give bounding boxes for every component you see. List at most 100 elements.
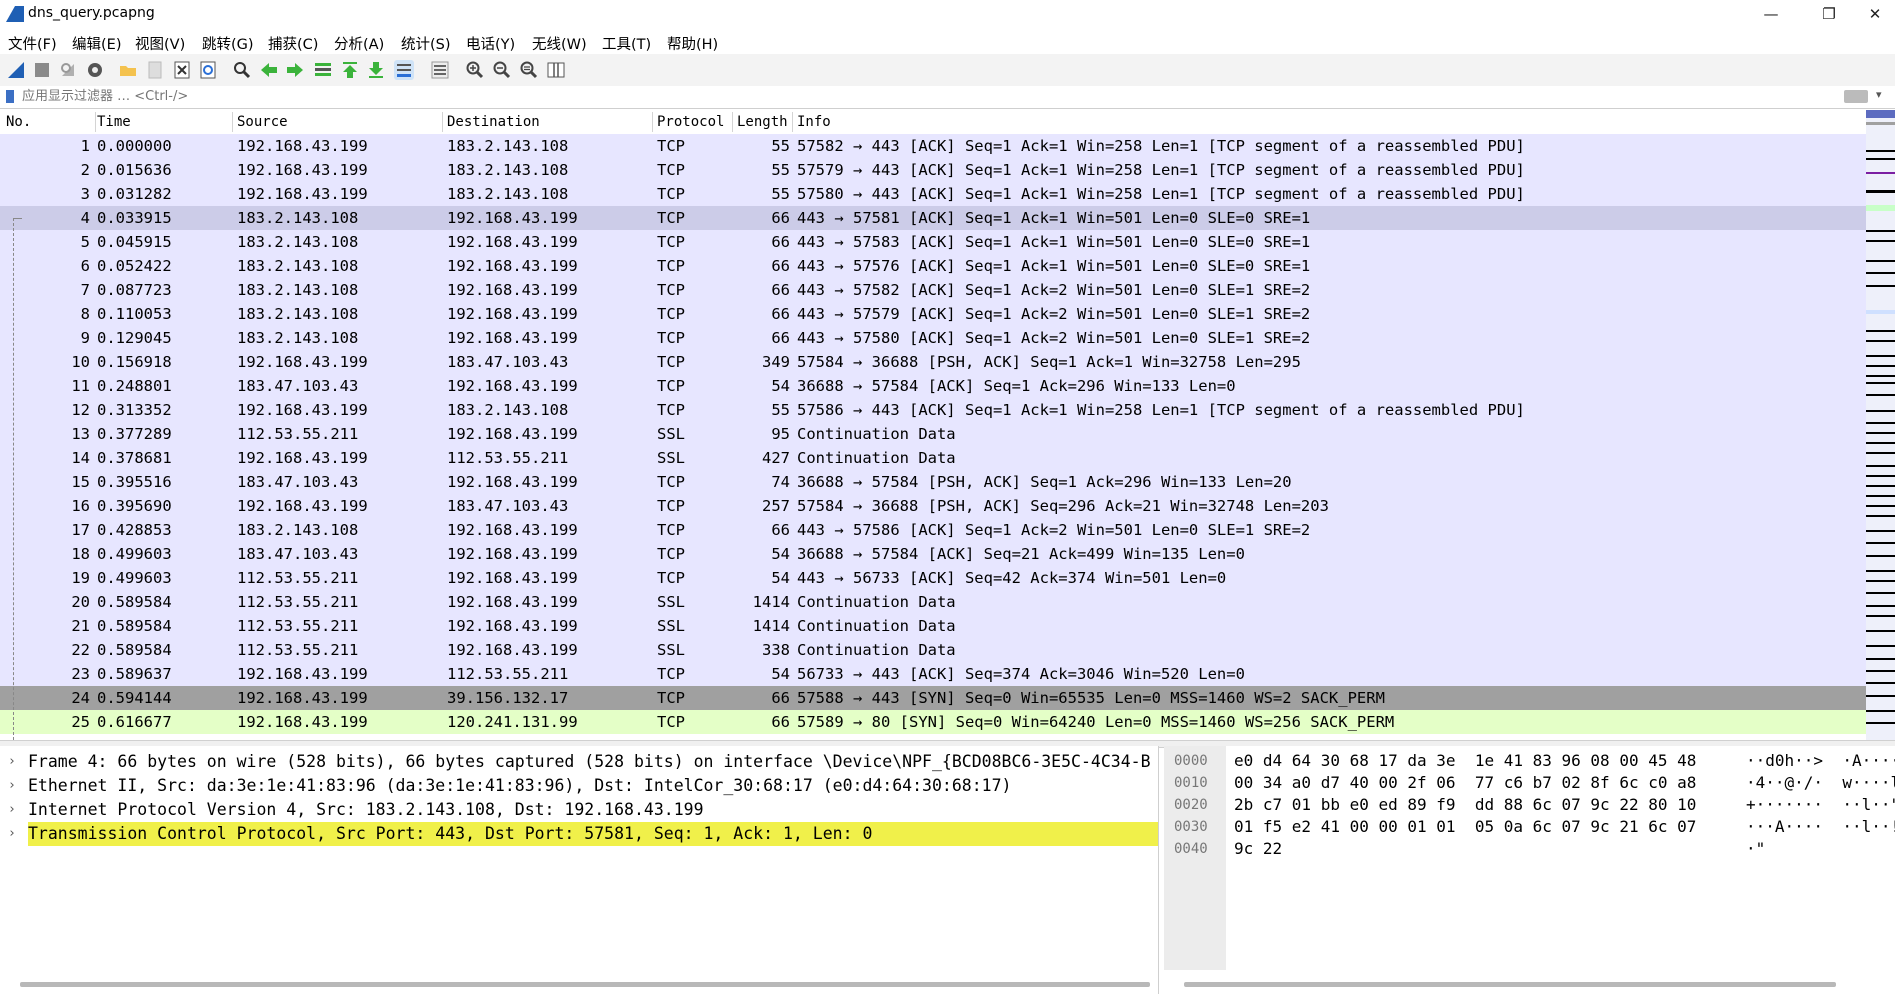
menu-help[interactable]: 帮助(H) (667, 33, 718, 54)
byte-offset[interactable]: 0030 (1174, 816, 1208, 838)
expand-arrow-icon[interactable]: › (8, 774, 16, 798)
open-file-icon[interactable] (118, 60, 138, 80)
first-packet-icon[interactable] (340, 60, 360, 80)
column-header-protocol[interactable]: Protocol (657, 114, 724, 130)
resize-columns-icon[interactable] (546, 60, 566, 80)
column-header-no[interactable]: No. (6, 114, 31, 130)
column-header-info[interactable]: Info (797, 114, 831, 130)
byte-hex[interactable]: 9c 22 (1234, 838, 1282, 860)
go-to-packet-icon[interactable] (313, 60, 333, 80)
byte-hex[interactable]: e0 d4 64 30 68 17 da 3e 1e 41 83 96 08 0… (1234, 750, 1696, 772)
column-separator[interactable] (792, 112, 793, 132)
packet-row[interactable]: 14 0.378681 192.168.43.199 112.53.55.211 SSL… (0, 446, 1866, 470)
last-packet-icon[interactable] (366, 60, 386, 80)
packet-minimap[interactable] (1866, 110, 1895, 740)
colorize-icon[interactable] (430, 60, 450, 80)
column-separator[interactable] (95, 112, 96, 132)
byte-offset[interactable]: 0040 (1174, 838, 1208, 860)
packet-row[interactable]: 17 0.428853 183.2.143.108 192.168.43.199 TCP… (0, 518, 1866, 542)
menu-go[interactable]: 跳转(G) (202, 33, 254, 54)
byte-hex[interactable]: 01 f5 e2 41 00 00 01 01 05 0a 6c 07 9c 2… (1234, 816, 1696, 838)
capture-options-icon[interactable] (85, 60, 105, 80)
packet-row[interactable]: 6 0.052422 183.2.143.108 192.168.43.199 TCP 6… (0, 254, 1866, 278)
detail-tree-row[interactable]: › Internet Protocol Version 4, Src: 183.2… (0, 798, 1158, 822)
byte-ascii[interactable]: ···A···· ··l··! (1746, 816, 1895, 838)
packet-row[interactable]: 16 0.395690 192.168.43.199 183.47.103.43 TCP… (0, 494, 1866, 518)
filter-bookmark-icon[interactable] (6, 90, 14, 103)
detail-tree-row[interactable]: › Frame 4: 66 bytes on wire (528 bits), 6… (0, 750, 1158, 774)
packet-row[interactable]: 5 0.045915 183.2.143.108 192.168.43.199 TCP 6… (0, 230, 1866, 254)
packet-row[interactable]: 13 0.377289 112.53.55.211 192.168.43.199 SSL… (0, 422, 1866, 446)
packet-row[interactable]: 23 0.589637 192.168.43.199 112.53.55.211 TCP… (0, 662, 1866, 686)
column-separator[interactable] (652, 112, 653, 132)
autoscroll-icon[interactable] (394, 60, 414, 80)
packet-row[interactable]: 2 0.015636 192.168.43.199 183.2.143.108 TCP 5… (0, 158, 1866, 182)
restart-capture-icon[interactable] (58, 60, 78, 80)
column-separator[interactable] (732, 112, 733, 132)
menu-edit[interactable]: 编辑(E) (72, 33, 121, 54)
packet-row[interactable]: 3 0.031282 192.168.43.199 183.2.143.108 TCP 5… (0, 182, 1866, 206)
packet-row[interactable]: 11 0.248801 183.47.103.43 192.168.43.199 TCP… (0, 374, 1866, 398)
packet-row[interactable]: 12 0.313352 192.168.43.199 183.2.143.108 TCP… (0, 398, 1866, 422)
detail-tree-row[interactable]: › Transmission Control Protocol, Src Port… (0, 822, 1158, 846)
packet-row[interactable]: 9 0.129045 183.2.143.108 192.168.43.199 TCP 6… (0, 326, 1866, 350)
details-horizontal-scrollbar[interactable] (20, 982, 1150, 987)
menu-telephony[interactable]: 电话(Y) (466, 33, 515, 54)
menu-capture[interactable]: 捕获(C) (268, 33, 318, 54)
packet-row[interactable]: 24 0.594144 192.168.43.199 39.156.132.17 TCP… (0, 686, 1866, 710)
bytes-horizontal-scrollbar[interactable] (1184, 982, 1836, 987)
menu-wireless[interactable]: 无线(W) (532, 33, 587, 54)
expand-arrow-icon[interactable]: › (8, 822, 16, 846)
byte-ascii[interactable]: ·4··@·/· w····l (1746, 772, 1895, 794)
expand-arrow-icon[interactable]: › (8, 750, 16, 774)
packet-row[interactable]: 21 0.589584 112.53.55.211 192.168.43.199 SSL… (0, 614, 1866, 638)
minimize-button[interactable]: — (1748, 0, 1794, 28)
byte-hex[interactable]: 2b c7 01 bb e0 ed 89 f9 dd 88 6c 07 9c 2… (1234, 794, 1696, 816)
byte-offset[interactable]: 0000 (1174, 750, 1208, 772)
byte-offset[interactable]: 0010 (1174, 772, 1208, 794)
packet-row[interactable]: 20 0.589584 112.53.55.211 192.168.43.199 SSL… (0, 590, 1866, 614)
menu-view[interactable]: 视图(V) (135, 33, 185, 54)
byte-hex[interactable]: 00 34 a0 d7 40 00 2f 06 77 c6 b7 02 8f 6… (1234, 772, 1696, 794)
packet-row[interactable]: 8 0.110053 183.2.143.108 192.168.43.199 TCP 6… (0, 302, 1866, 326)
close-file-icon[interactable] (172, 60, 192, 80)
column-separator[interactable] (232, 112, 233, 132)
close-button[interactable]: ✕ (1852, 0, 1895, 28)
reload-file-icon[interactable] (198, 60, 218, 80)
expand-arrow-icon[interactable]: › (8, 798, 16, 822)
zoom-in-icon[interactable] (465, 60, 485, 80)
go-forward-icon[interactable] (285, 60, 305, 80)
column-header-length[interactable]: Length (737, 114, 788, 130)
packet-row[interactable]: 4 0.033915 183.2.143.108 192.168.43.199 TCP 6… (0, 206, 1866, 230)
menu-file[interactable]: 文件(F) (8, 33, 57, 54)
packet-row[interactable]: 19 0.499603 112.53.55.211 192.168.43.199 TCP… (0, 566, 1866, 590)
byte-ascii[interactable]: ·" (1746, 838, 1765, 860)
go-back-icon[interactable] (259, 60, 279, 80)
apply-filter-arrow-icon[interactable] (1844, 90, 1868, 103)
byte-offset[interactable]: 0020 (1174, 794, 1208, 816)
byte-ascii[interactable]: +······· ··l··" (1746, 794, 1895, 816)
filter-dropdown-icon[interactable]: ▾ (1876, 88, 1882, 101)
start-capture-icon[interactable] (6, 60, 26, 80)
maximize-button[interactable]: ❐ (1806, 0, 1852, 28)
find-packet-icon[interactable] (232, 60, 252, 80)
stop-capture-icon[interactable] (32, 60, 52, 80)
byte-ascii[interactable]: ··d0h··> ·A···· (1746, 750, 1895, 772)
menu-analyze[interactable]: 分析(A) (334, 33, 384, 54)
packet-row[interactable]: 1 0.000000 192.168.43.199 183.2.143.108 TCP 5… (0, 134, 1866, 158)
packet-row[interactable]: 15 0.395516 183.47.103.43 192.168.43.199 TCP… (0, 470, 1866, 494)
menu-statistics[interactable]: 统计(S) (401, 33, 451, 54)
save-file-icon[interactable] (145, 60, 165, 80)
packet-row[interactable]: 25 0.616677 192.168.43.199 120.241.131.99 TC… (0, 710, 1866, 734)
column-separator[interactable] (442, 112, 443, 132)
detail-tree-row[interactable]: › Ethernet II, Src: da:3e:1e:41:83:96 (da… (0, 774, 1158, 798)
normal-size-icon[interactable] (519, 60, 539, 80)
zoom-out-icon[interactable] (492, 60, 512, 80)
column-header-destination[interactable]: Destination (447, 114, 540, 130)
column-header-time[interactable]: Time (97, 114, 131, 130)
menu-tools[interactable]: 工具(T) (602, 33, 651, 54)
packet-row[interactable]: 7 0.087723 183.2.143.108 192.168.43.199 TCP 6… (0, 278, 1866, 302)
packet-row[interactable]: 10 0.156918 192.168.43.199 183.47.103.43 TCP… (0, 350, 1866, 374)
column-header-source[interactable]: Source (237, 114, 288, 130)
display-filter-input[interactable] (22, 88, 1842, 104)
